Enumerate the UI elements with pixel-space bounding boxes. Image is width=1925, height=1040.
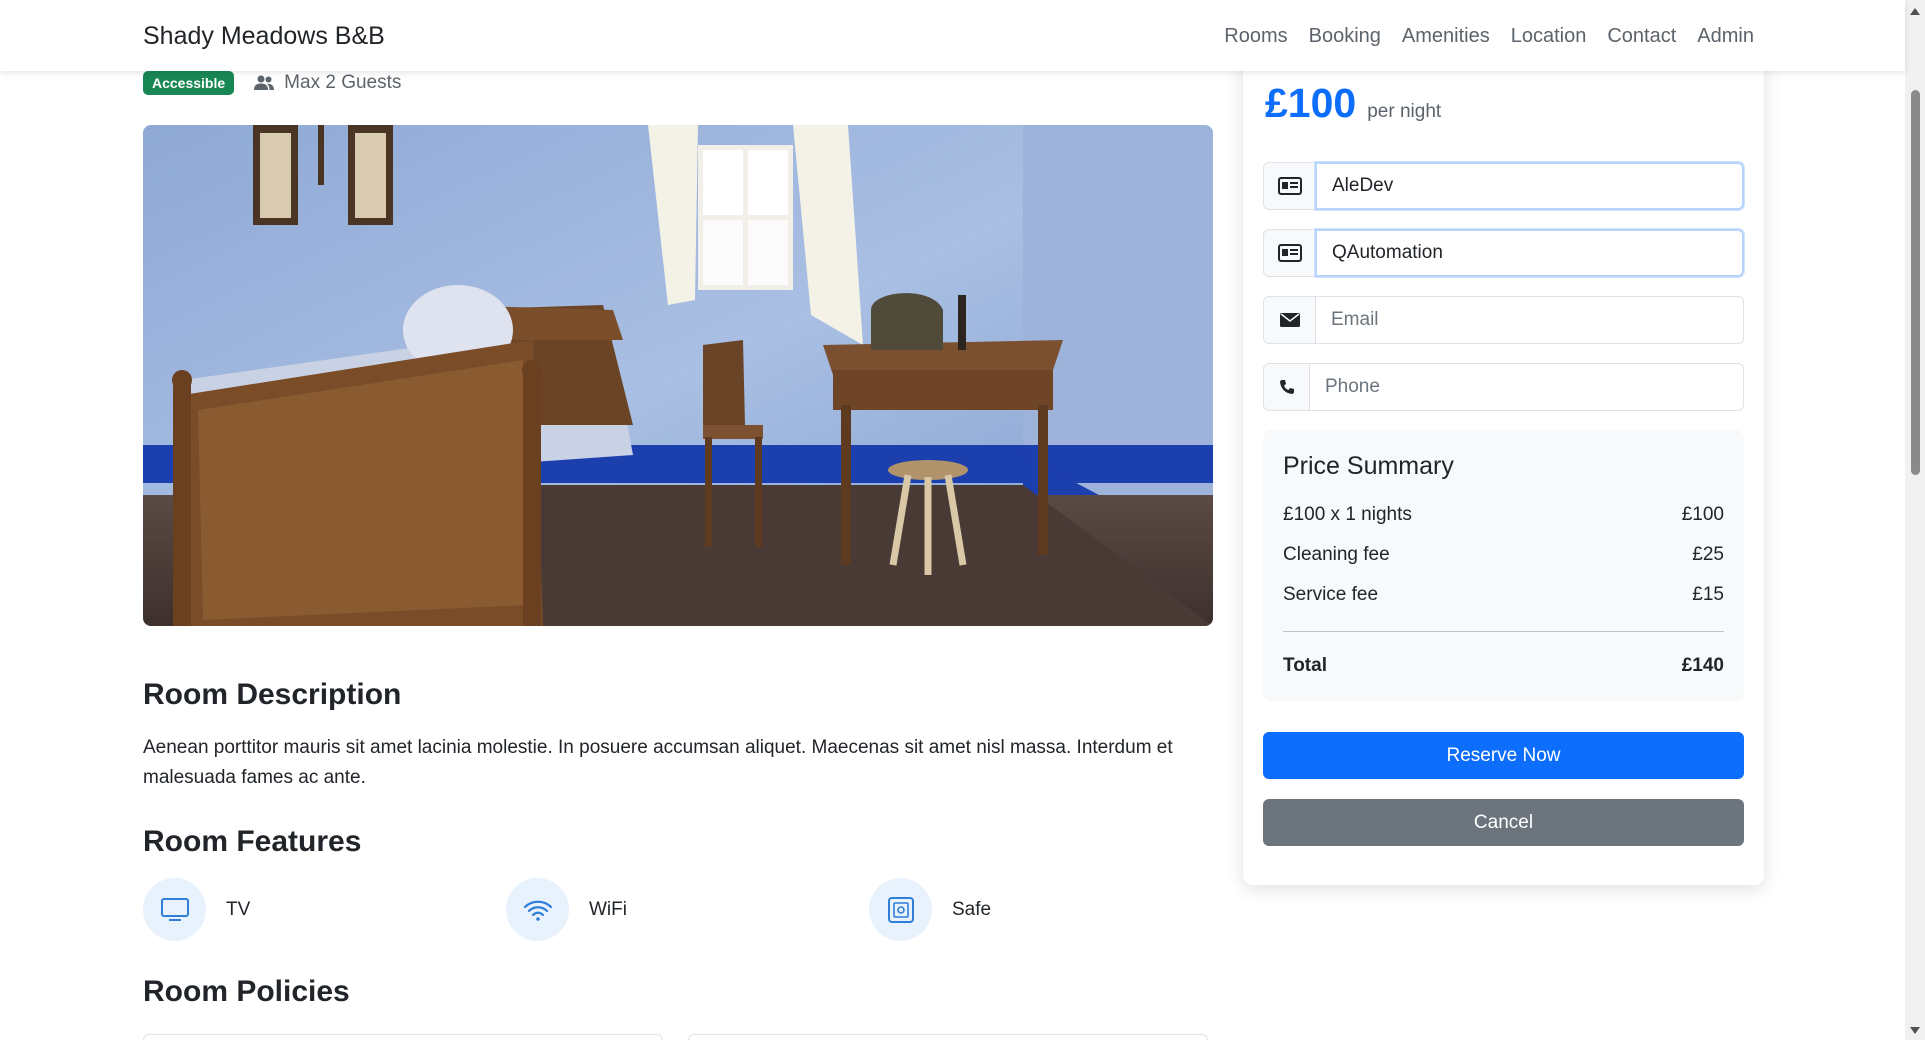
email-input[interactable] [1315,296,1744,344]
phone-field [1263,363,1744,411]
lastname-input[interactable] [1315,229,1744,277]
phone-icon [1263,363,1309,411]
summary-divider [1283,631,1724,632]
guests-label: Max 2 Guests [284,72,402,93]
guests-info: Max 2 Guests [254,72,401,94]
room-image [143,125,1213,626]
firstname-input[interactable] [1315,162,1744,210]
feature-safe: Safe [869,878,1232,941]
policy-card [143,1034,663,1040]
id-card-icon [1263,229,1315,277]
per-night-label: per night [1367,101,1442,122]
envelope-icon [1263,296,1315,344]
policy-card [688,1034,1208,1040]
price-summary: Price Summary £100 x 1 nights £100 Clean… [1263,430,1744,701]
summary-row-nights: £100 x 1 nights £100 [1283,504,1724,526]
summary-value: £100 [1681,504,1724,525]
total-label: Total [1283,655,1327,676]
nav-link-admin[interactable]: Admin [1697,25,1754,48]
scroll-down-arrow-icon[interactable] [1910,1027,1920,1034]
summary-value: £25 [1692,544,1724,565]
room-meta: Accessible Max 2 Guests [143,71,401,95]
nav-link-location[interactable]: Location [1511,25,1587,48]
wifi-icon [506,878,569,941]
brand-logo[interactable]: Shady Meadows B&B [143,22,385,51]
feature-label: WiFi [589,898,627,920]
summary-label: £100 x 1 nights [1283,504,1412,525]
cancel-button[interactable]: Cancel [1263,799,1744,846]
nav-link-rooms[interactable]: Rooms [1224,25,1287,48]
tv-icon [143,878,206,941]
summary-row-service: Service fee £15 [1283,584,1724,606]
email-field [1263,296,1744,344]
price-amount: £100 [1265,80,1357,126]
scrollbar-thumb[interactable] [1911,90,1920,475]
safe-icon [869,878,932,941]
reserve-now-button[interactable]: Reserve Now [1263,732,1744,779]
feature-label: Safe [952,898,992,920]
room-policies-heading: Room Policies [143,975,350,1008]
total-value: £140 [1681,655,1724,676]
price-summary-title: Price Summary [1283,452,1454,480]
room-features-heading: Room Features [143,825,362,858]
room-description-heading: Room Description [143,678,402,711]
accessible-badge: Accessible [143,71,235,95]
navbar: Shady Meadows B&B Rooms Booking Amenitie… [0,0,1905,71]
booking-card: £100 per night AleDev QAutomation Email … [1243,40,1764,885]
nav-links: Rooms Booking Amenities Location Contact… [1224,25,1754,48]
nav-link-booking[interactable]: Booking [1309,25,1381,48]
room-description-text: Aenean porttitor mauris sit amet lacinia… [143,737,1173,788]
lastname-field [1263,229,1744,277]
scroll-up-arrow-icon[interactable] [1910,8,1920,15]
page-scrollbar[interactable] [1905,0,1925,1040]
people-icon [254,75,275,90]
id-card-icon [1263,162,1315,210]
price-display: £100 per night [1265,80,1441,127]
summary-value: £15 [1692,584,1724,605]
summary-label: Service fee [1283,584,1379,605]
feature-tv: TV [143,878,506,941]
nav-link-contact[interactable]: Contact [1607,25,1676,48]
feature-wifi: WiFi [506,878,869,941]
policy-cards [143,1034,1208,1040]
nav-link-amenities[interactable]: Amenities [1402,25,1490,48]
summary-label: Cleaning fee [1283,544,1390,565]
summary-total-row: Total £140 [1283,655,1724,677]
phone-input[interactable] [1309,363,1744,411]
summary-row-cleaning: Cleaning fee £25 [1283,544,1724,566]
feature-label: TV [226,898,251,920]
firstname-field [1263,162,1744,210]
features-list: TV WiFi Safe [143,878,1232,941]
